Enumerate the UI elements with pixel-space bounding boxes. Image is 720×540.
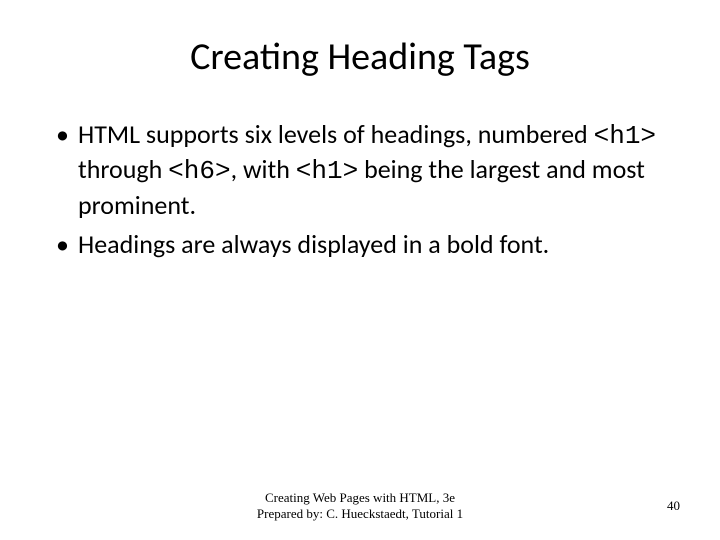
code-tag: <h1> [296,156,358,186]
code-tag: <h1> [594,121,656,151]
slide: Creating Heading Tags HTML supports six … [0,0,720,540]
bullet-text: Headings are always displayed in a bold … [78,228,549,260]
bullet-text: HTML supports six levels of headings, nu… [78,118,594,150]
slide-body: HTML supports six levels of headings, nu… [50,118,670,261]
bullet-text: through [78,153,168,185]
bullet-item: Headings are always displayed in a bold … [50,228,670,261]
bullet-list: HTML supports six levels of headings, nu… [50,118,670,261]
bullet-item: HTML supports six levels of headings, nu… [50,118,670,222]
slide-footer: Creating Web Pages with HTML, 3e Prepare… [0,490,720,523]
footer-source-line2: Prepared by: C. Hueckstaedt, Tutorial 1 [210,506,510,522]
code-tag: <h6> [168,156,230,186]
bullet-text: , with [231,153,296,185]
slide-title: Creating Heading Tags [50,34,670,80]
footer-center: Creating Web Pages with HTML, 3e Prepare… [210,490,510,523]
footer-source-line1: Creating Web Pages with HTML, 3e [210,490,510,506]
page-number: 40 [667,498,680,514]
